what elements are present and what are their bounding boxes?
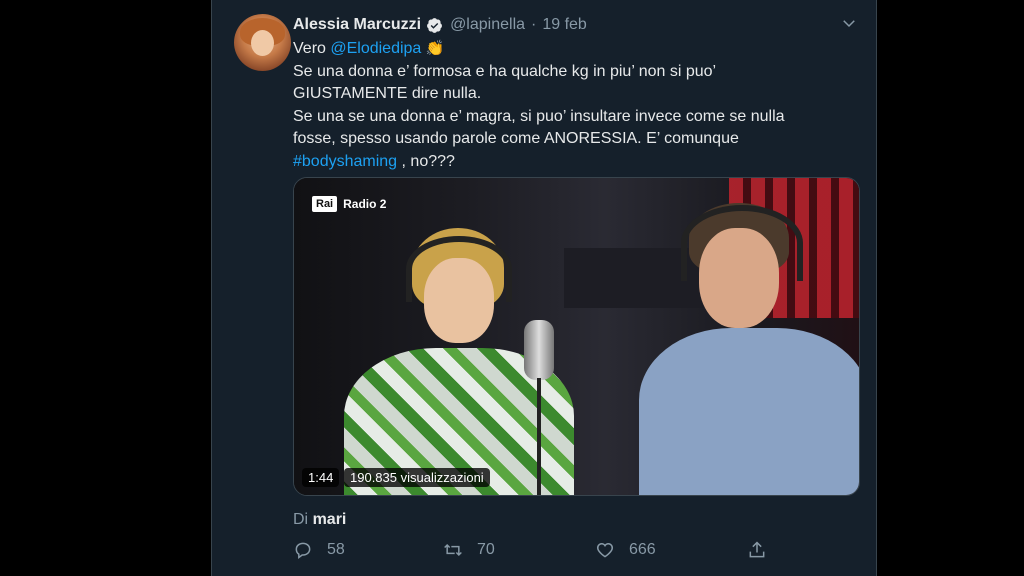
line6-suffix: , no??? (397, 152, 455, 170)
video-attribution: Di mari (293, 511, 346, 529)
line1-prefix: Vero (293, 40, 331, 57)
tweet-line-5: fosse, spesso usando parole come ANORESS… (293, 130, 739, 147)
action-bar: 58 70 666 (293, 540, 773, 564)
microphone (524, 320, 554, 380)
tweet-date[interactable]: 19 feb (542, 16, 586, 34)
microphone-stand (537, 378, 541, 495)
video-views: 190.835 visualizzazioni (344, 468, 490, 487)
clap-emoji: 👏 (425, 40, 445, 57)
share-button[interactable] (747, 540, 781, 560)
avatar[interactable] (234, 14, 291, 71)
tweet-line-1: Vero @Elodiedipa 👏 (293, 38, 853, 61)
author-handle[interactable]: @lapinella (450, 16, 525, 34)
chevron-down-icon[interactable] (840, 14, 858, 32)
hashtag-link[interactable]: #bodyshaming (293, 153, 397, 170)
reply-button[interactable]: 58 (293, 540, 345, 560)
host-shirt (639, 328, 859, 495)
host-headphones (681, 205, 803, 281)
verified-badge-icon (427, 17, 442, 33)
guest-headphones (406, 236, 512, 302)
tweet-header: Alessia Marcuzzi @lapinella · 19 feb (293, 14, 856, 36)
video-frame: Rai Radio 2 (294, 178, 859, 495)
video-duration: 1:44 (302, 468, 340, 487)
separator-dot: · (531, 16, 537, 33)
mention-link[interactable]: @Elodiedipa (330, 40, 421, 57)
avatar-face (251, 30, 274, 56)
share-icon (749, 541, 765, 558)
tweet-line-3: GIUSTAMENTE dire nulla. (293, 85, 482, 102)
reply-icon (295, 542, 311, 559)
author-name[interactable]: Alessia Marcuzzi (293, 16, 421, 34)
channel-name: Radio 2 (343, 197, 387, 211)
like-count: 666 (629, 541, 656, 558)
reply-count: 58 (327, 541, 345, 558)
attribution-prefix: Di (293, 511, 313, 528)
host-man (639, 203, 859, 495)
tweet-line-6: #bodyshaming , no??? (293, 151, 853, 174)
video-player[interactable]: Rai Radio 2 1:44 190.835 visualizzazioni (293, 177, 860, 496)
attribution-name[interactable]: mari (313, 511, 347, 528)
tweet-line-4: Se una se una donna e’ magra, si puo’ in… (293, 107, 785, 125)
retweet-icon (444, 543, 462, 557)
like-button[interactable]: 666 (595, 540, 656, 560)
like-icon (596, 542, 614, 558)
retweet-button[interactable]: 70 (443, 540, 495, 560)
channel-logo: Rai Radio 2 (312, 196, 386, 212)
retweet-count: 70 (477, 541, 495, 558)
tweet-line-2: Se una donna e’ formosa e ha qualche kg … (293, 62, 717, 80)
tweet-text: Vero @Elodiedipa 👏 Se una donna e’ formo… (293, 38, 853, 173)
rai-logo-box: Rai (312, 196, 338, 212)
